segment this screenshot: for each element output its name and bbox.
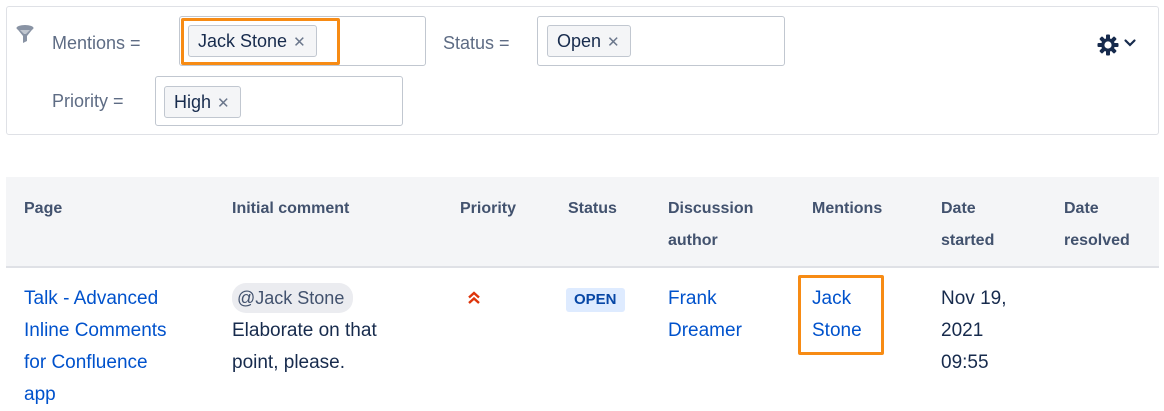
status-badge: OPEN: [566, 288, 625, 312]
page-link[interactable]: Talk - Advanced Inline Comments for Conf…: [24, 283, 167, 411]
priority-filter-value: High: [174, 92, 212, 112]
filter-icon[interactable]: [15, 24, 35, 44]
column-header-date-resolved[interactable]: Date resolved: [1064, 193, 1130, 257]
remove-tag-icon[interactable]: ✕: [217, 95, 230, 112]
priority-filter-tag[interactable]: High ✕: [164, 86, 241, 118]
column-header-status[interactable]: Status: [568, 193, 617, 225]
mentions-cell-highlight: [798, 275, 884, 355]
mentions-tag-highlight: [181, 18, 340, 65]
initial-comment-cell: @Jack Stone Elaborate on that point, ple…: [232, 283, 377, 379]
author-link[interactable]: Frank Dreamer: [668, 283, 742, 347]
comment-mention[interactable]: @Jack Stone: [232, 283, 354, 313]
priority-filter-label: Priority =: [52, 91, 124, 111]
mentions-filter-label: Mentions =: [52, 33, 141, 53]
column-header-priority[interactable]: Priority: [460, 193, 516, 225]
status-filter-label: Status =: [443, 33, 510, 53]
status-filter-tag[interactable]: Open ✕: [547, 25, 631, 57]
column-header-mentions[interactable]: Mentions: [812, 193, 882, 225]
priority-highest-icon: [468, 291, 480, 304]
column-header-date-started[interactable]: Date started: [941, 193, 994, 257]
chevron-down-icon[interactable]: [1123, 36, 1137, 50]
date-started-value: Nov 19, 2021 09:55: [941, 288, 1007, 373]
gear-icon[interactable]: [1097, 34, 1119, 56]
column-header-page[interactable]: Page: [24, 193, 62, 225]
status-filter-value: Open: [557, 31, 602, 51]
column-header-discussion-author[interactable]: Discussion author: [668, 193, 753, 257]
column-header-initial-comment[interactable]: Initial comment: [232, 193, 349, 225]
remove-tag-icon[interactable]: ✕: [607, 34, 620, 51]
